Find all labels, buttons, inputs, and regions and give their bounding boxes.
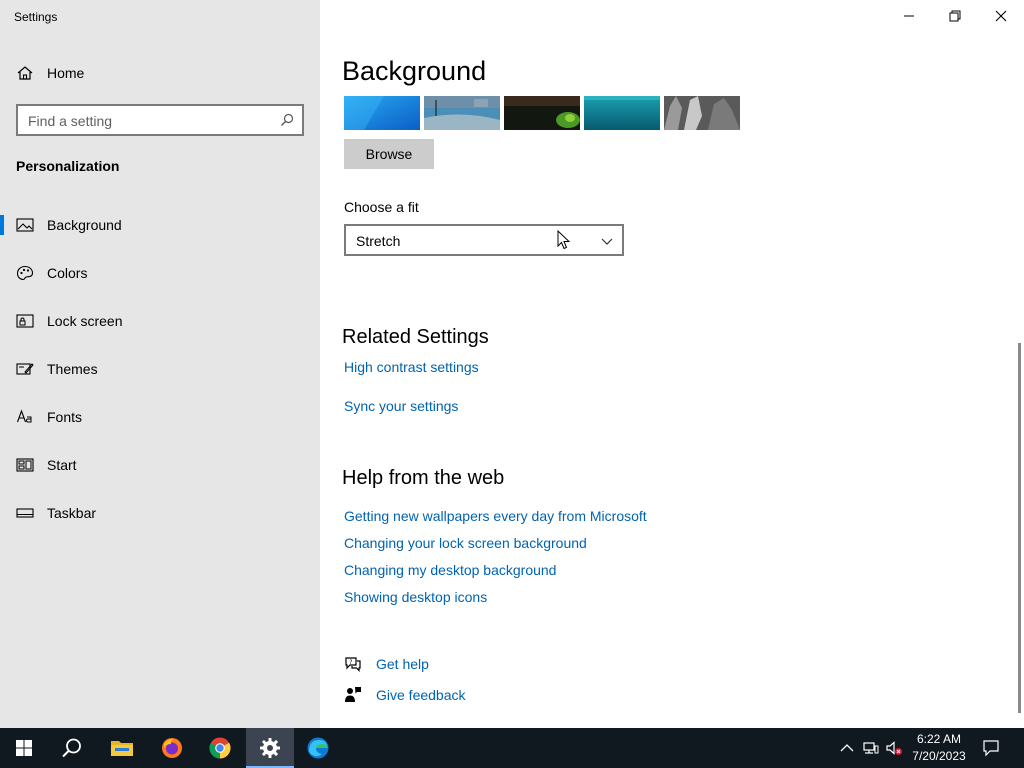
sidebar-item-background[interactable]: Background [0,205,320,245]
wallpaper-thumbnail-blue[interactable] [344,96,420,130]
lock-screen-background-link[interactable]: Changing your lock screen background [344,535,587,551]
folder-icon [111,741,133,756]
home-nav-item[interactable]: Home [0,53,320,93]
themes-icon [16,363,34,375]
chrome-button[interactable] [196,728,244,768]
notification-icon[interactable] [982,739,1000,757]
search-icon[interactable] [280,113,294,127]
sidebar-item-label: Themes [47,361,98,377]
sidebar: Settings Home Personalization Background [0,0,320,728]
taskbar-clock[interactable]: 6:22 AM 7/20/2023 [906,731,972,765]
clock-date: 7/20/2023 [912,749,966,763]
picture-icon [16,218,34,232]
taskbar-search-button[interactable] [48,728,96,768]
search-input[interactable] [28,112,278,130]
wallpaper-thumbnail-night[interactable] [504,96,580,130]
chrome-icon [209,737,231,759]
fit-selected-value: Stretch [356,233,401,249]
sidebar-item-label: Lock screen [47,313,123,329]
edge-button[interactable] [294,728,342,768]
give-feedback-icon [345,687,361,702]
volume-muted-icon[interactable] [885,739,903,757]
browse-button[interactable]: Browse [344,139,434,169]
search-icon [62,738,81,758]
sidebar-item-start[interactable]: Start [0,445,320,485]
sidebar-item-lock-screen[interactable]: Lock screen [0,301,320,341]
get-help-link[interactable]: Get help [376,656,429,672]
settings-window: Settings Home Personalization Background [0,0,1024,728]
file-explorer-button[interactable] [98,728,146,768]
sidebar-item-label: Fonts [47,409,83,425]
sidebar-item-label: Background [47,217,122,233]
network-icon[interactable] [862,739,880,757]
page-title: Background [342,56,487,86]
home-label: Home [47,65,85,81]
start-button[interactable] [0,728,48,768]
gear-icon [260,738,280,758]
lock-screen-icon [16,314,34,328]
get-help-icon: ? [345,657,361,672]
scrollbar[interactable] [1018,343,1021,713]
windows-logo-icon [16,740,32,756]
choose-fit-label: Choose a fit [344,199,419,215]
wallpaper-thumbnail-beach[interactable] [424,96,500,130]
help-from-web-heading: Help from the web [342,467,505,489]
firefox-icon [162,738,182,758]
search-box[interactable] [16,104,304,136]
svg-text:?: ? [349,659,352,666]
fonts-icon [16,409,32,423]
main-content: Background Browse Choose a fit Stretch R… [320,0,1024,728]
sidebar-item-label: Start [47,457,77,473]
give-feedback-link[interactable]: Give feedback [376,687,466,703]
sidebar-item-taskbar[interactable]: Taskbar [0,493,320,533]
sidebar-item-fonts[interactable]: Fonts [0,397,320,437]
sidebar-item-themes[interactable]: Themes [0,349,320,389]
start-icon [16,458,34,472]
mouse-cursor-icon [557,230,571,250]
sync-settings-link[interactable]: Sync your settings [344,398,458,414]
wallpaper-thumbnail-rocks[interactable] [664,96,740,130]
section-title: Personalization [16,158,120,174]
wallpaper-thumbnail-underwater[interactable] [584,96,660,130]
firefox-button[interactable] [148,728,196,768]
sidebar-item-colors[interactable]: Colors [0,253,320,293]
sidebar-item-label: Taskbar [47,505,97,521]
edge-icon [307,737,329,759]
palette-icon [16,265,34,281]
taskbar: 6:22 AM 7/20/2023 [0,728,1024,768]
chevron-down-icon [601,238,613,245]
related-settings-heading: Related Settings [342,326,489,348]
home-icon [17,66,33,80]
choose-fit-dropdown[interactable]: Stretch [344,224,624,256]
settings-taskbar-button[interactable] [246,728,294,768]
taskbar-icon [16,508,34,518]
high-contrast-settings-link[interactable]: High contrast settings [344,359,479,375]
app-title: Settings [14,10,58,24]
sidebar-item-label: Colors [47,265,88,281]
wallpapers-every-day-link[interactable]: Getting new wallpapers every day from Mi… [344,508,647,524]
chevron-up-icon[interactable] [838,739,856,757]
desktop-icons-link[interactable]: Showing desktop icons [344,589,487,605]
clock-time: 6:22 AM [916,732,962,746]
desktop-background-link[interactable]: Changing my desktop background [344,562,556,578]
